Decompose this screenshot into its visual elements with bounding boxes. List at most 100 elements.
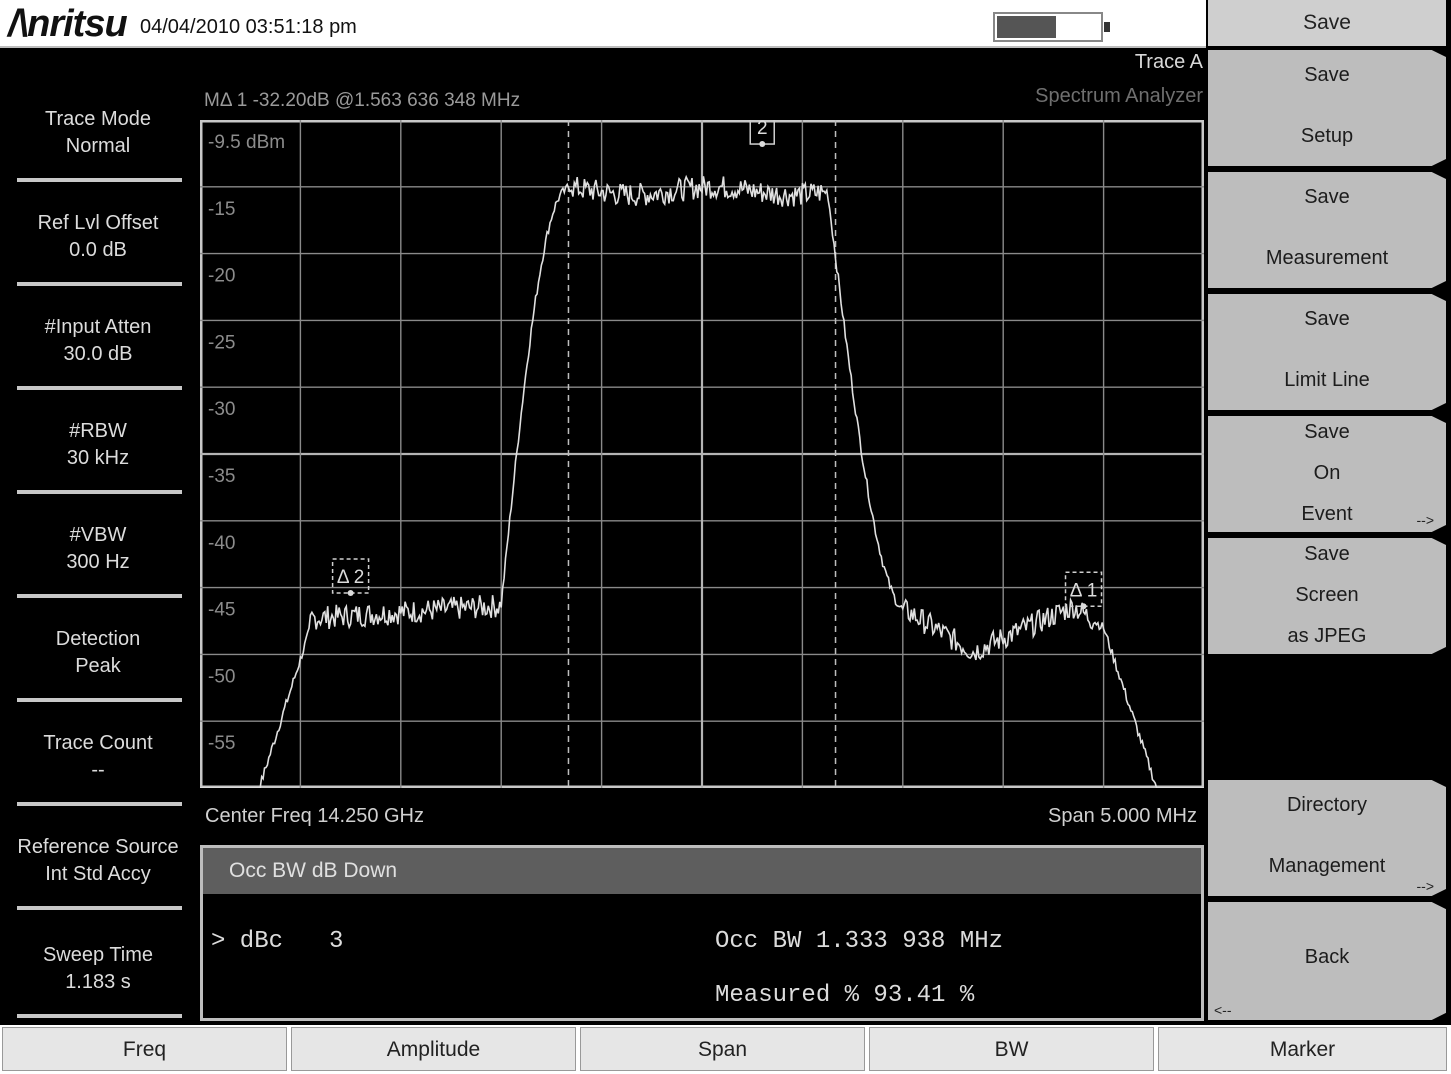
softkey-line: Event: [1301, 503, 1353, 525]
marker-point: [759, 141, 766, 148]
separator: [17, 490, 182, 494]
submenu-arrow-icon: -->: [1416, 878, 1435, 894]
softkey-line: Save: [1304, 308, 1350, 330]
separator: [17, 282, 182, 286]
param-value: 30 kHz: [66, 447, 130, 469]
param-value: 300 Hz: [66, 551, 130, 573]
softkey-line: Save: [1304, 421, 1350, 443]
dbc-label[interactable]: > dBc: [211, 928, 283, 955]
param-label: Reference Source: [17, 836, 179, 858]
mode-label: Spectrum Analyzer: [1035, 85, 1203, 107]
param-value: 30.0 dB: [63, 343, 133, 365]
marker-point: [1080, 603, 1087, 610]
param-rbw: #RBW 30 kHz: [0, 418, 196, 472]
save-setup-button[interactable]: Save Setup: [1208, 50, 1446, 166]
tab-freq[interactable]: Freq: [2, 1027, 287, 1071]
param-vbw: #VBW 300 Hz: [0, 522, 196, 576]
save-on-event-button[interactable]: Save On Event -->: [1208, 416, 1446, 532]
tab-amplitude[interactable]: Amplitude: [291, 1027, 576, 1071]
softkey-line: Directory: [1286, 794, 1367, 816]
param-label: Ref Lvl Offset: [37, 212, 159, 234]
param-value: Peak: [75, 655, 121, 677]
param-label: Trace Count: [43, 732, 153, 754]
save-screen-jpeg-button[interactable]: Save Screen as JPEG: [1208, 538, 1446, 654]
softkey-line: Setup: [1300, 125, 1354, 147]
softkey-line: Management: [1268, 855, 1386, 877]
datetime: 04/04/2010 03:51:18 pm: [140, 16, 357, 38]
softkey-line: Measurement: [1265, 247, 1389, 269]
softkey-line: Back: [1304, 946, 1350, 968]
status-header: /\nritsu 04/04/2010 03:51:18 pm: [0, 0, 1206, 48]
y-tick-label: -35: [208, 466, 235, 487]
param-label: #RBW: [69, 420, 127, 442]
marker-readout: MΔ 1 -32.20dB @1.563 636 348 MHz: [204, 90, 521, 111]
softkey-line: Limit Line: [1284, 369, 1370, 391]
battery-tip: [1104, 22, 1110, 32]
save-limit-line-button[interactable]: Save Limit Line: [1208, 294, 1446, 410]
separator: [17, 698, 182, 702]
param-value: Int Std Accy: [45, 863, 151, 885]
param-label: Trace Mode: [45, 108, 151, 130]
submenu-arrow-icon: -->: [1416, 512, 1435, 528]
occ-bw-title: Occ BW dB Down: [203, 848, 1201, 894]
anritsu-logo: /\nritsu: [8, 3, 128, 45]
softkey-line: Screen: [1295, 584, 1359, 606]
y-tick-label: -55: [208, 733, 235, 754]
param-label: Sweep Time: [42, 944, 154, 966]
y-tick-label: -45: [208, 600, 235, 621]
save-measurement-button[interactable]: Save Measurement: [1208, 172, 1446, 288]
softkey-line: Save: [1304, 64, 1350, 86]
param-value: Normal: [65, 135, 131, 157]
separator: [17, 802, 182, 806]
param-detection: Detection Peak: [0, 626, 196, 680]
back-button[interactable]: Back <--: [1208, 902, 1446, 1020]
separator: [17, 178, 182, 182]
trace-label: Trace A: [1134, 51, 1203, 73]
y-tick-label: -50: [208, 666, 235, 687]
occ-bw-panel: Occ BW dB Down > dBc 3 Occ BW 1.333 938 …: [200, 845, 1204, 1021]
y-tick-label: -20: [208, 266, 235, 287]
marker-label: Δ 1: [1070, 580, 1098, 601]
param-value: --: [91, 759, 105, 781]
param-label: #Input Atten: [44, 316, 152, 338]
tab-bw[interactable]: BW: [869, 1027, 1154, 1071]
separator: [17, 594, 182, 598]
parameter-panel: Trace Mode Normal Ref Lvl Offset 0.0 dB …: [0, 50, 196, 1025]
param-label: Detection: [55, 628, 141, 650]
param-ref-lvl-offset: Ref Lvl Offset 0.0 dB: [0, 210, 196, 264]
softkey-line: as JPEG: [1287, 625, 1367, 647]
measured-percent: Measured % 93.41 %: [715, 982, 975, 1009]
marker-point: [347, 589, 354, 596]
softkey-line: Save: [1304, 186, 1350, 208]
spectrum-plot[interactable]: -9.5 dBm -15 -20 -25 -30 -35 -40 -45 -50 -55 2 Δ 2 Δ…: [200, 120, 1204, 788]
tab-marker[interactable]: Marker: [1158, 1027, 1447, 1071]
directory-management-button[interactable]: Directory Management -->: [1208, 780, 1446, 896]
center-freq: Center Freq 14.250 GHz: [205, 805, 424, 827]
param-sweep-time: Sweep Time 1.183 s: [0, 942, 196, 996]
marker-label: 2: [757, 120, 768, 139]
marker-label: Δ 2: [337, 567, 365, 588]
param-input-atten: #Input Atten 30.0 dB: [0, 314, 196, 368]
y-tick-label: -9.5 dBm: [208, 132, 285, 153]
y-tick-label: -30: [208, 399, 235, 420]
separator: [17, 1014, 182, 1018]
param-trace-mode: Trace Mode Normal: [0, 106, 196, 160]
param-reference-source: Reference Source Int Std Accy: [0, 834, 196, 888]
param-value: 1.183 s: [65, 971, 131, 993]
occ-bw-result: Occ BW 1.333 938 MHz: [715, 928, 1004, 955]
back-arrow-icon: <--: [1214, 1002, 1232, 1018]
dbc-value[interactable]: 3: [329, 928, 343, 955]
softkey-line: On: [1313, 462, 1341, 484]
param-label: #VBW: [69, 524, 127, 546]
battery-level: [997, 16, 1057, 38]
battery-icon: [993, 12, 1103, 42]
tab-span[interactable]: Span: [580, 1027, 865, 1071]
param-trace-count: Trace Count --: [0, 730, 196, 784]
softkey-menu-title: Save: [1208, 0, 1446, 46]
param-value: 0.0 dB: [69, 239, 127, 261]
separator: [17, 386, 182, 390]
y-tick-label: -25: [208, 332, 235, 353]
y-tick-label: -40: [208, 533, 235, 554]
y-tick-label: -15: [208, 199, 235, 220]
separator: [17, 906, 182, 910]
